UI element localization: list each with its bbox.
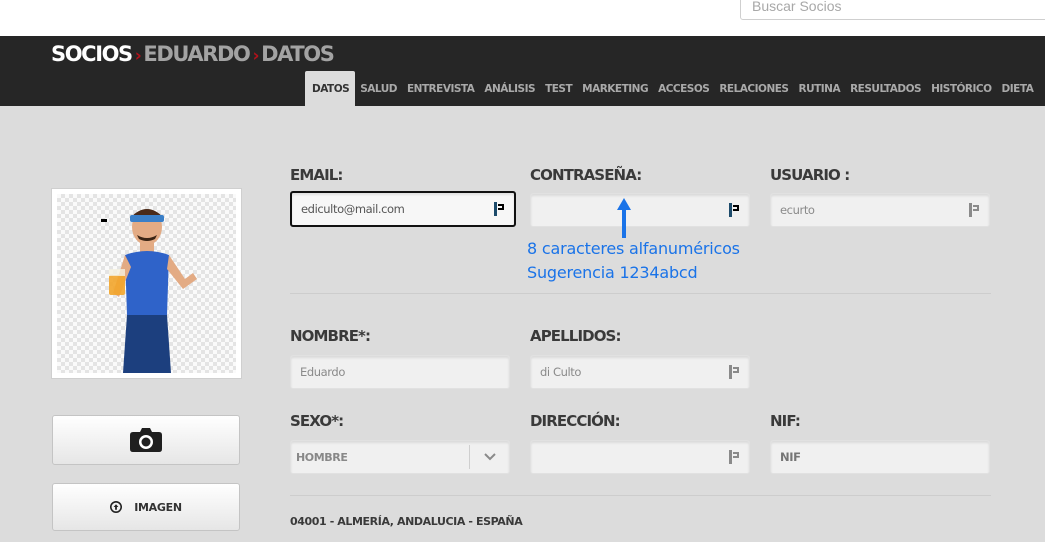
password-hint: 8 caracteres alfanuméricos Sugerencia 12… (527, 237, 740, 285)
location-text: 04001 - ALMERÍA, ANDALUCIA - ESPAÑA (290, 515, 523, 528)
arrow-up-icon (617, 198, 631, 238)
avatar (57, 194, 236, 373)
password-field-container (530, 193, 750, 227)
profile-photo[interactable] (51, 188, 242, 379)
gender-select-value: HOMBRE (296, 450, 348, 464)
password-manager-icon[interactable] (729, 203, 739, 217)
tab-dieta[interactable]: DIETA (997, 71, 1039, 106)
email-field[interactable] (292, 193, 472, 225)
breadcrumb-separator-icon: › (252, 46, 259, 66)
tab-salud[interactable]: SALUD (355, 71, 402, 106)
last-name-field-container (530, 355, 750, 389)
breadcrumb: SOCIOS › EDUARDO › DATOS (51, 42, 335, 68)
take-photo-button[interactable] (52, 415, 240, 465)
password-manager-icon[interactable] (969, 203, 979, 217)
breadcrumb-page: DATOS (261, 42, 335, 66)
address-field-container (530, 440, 750, 474)
search-input[interactable] (740, 0, 1045, 20)
email-label: EMAIL: (290, 166, 343, 184)
tab-marketing[interactable]: MARKETING (577, 71, 653, 106)
breadcrumb-member[interactable]: EDUARDO (143, 42, 250, 66)
tab-analisis[interactable]: ANÁLISIS (479, 71, 540, 106)
gender-select[interactable]: HOMBRE (290, 440, 510, 474)
first-name-field-container (290, 355, 510, 389)
tab-datos[interactable]: DATOS (305, 71, 356, 106)
last-name-field[interactable] (531, 356, 711, 388)
username-label: USUARIO : (770, 166, 850, 184)
nif-field-container (770, 440, 990, 474)
username-field[interactable] (771, 194, 951, 226)
address-label: DIRECCIÓN: (530, 412, 621, 430)
section-divider (290, 293, 991, 294)
tab-test[interactable]: TEST (540, 71, 577, 106)
camera-icon (130, 428, 162, 452)
tab-relaciones[interactable]: RELACIONES (714, 71, 793, 106)
tab-entrevista[interactable]: ENTREVISTA (402, 71, 479, 106)
password-hint-line2: Sugerencia 1234abcd (527, 263, 698, 282)
nif-field[interactable] (771, 441, 951, 473)
breadcrumb-separator-icon: › (134, 46, 142, 66)
password-manager-icon[interactable] (494, 202, 504, 216)
upload-image-label: IMAGEN (134, 500, 182, 514)
tab-historico[interactable]: HISTÓRICO (926, 71, 996, 106)
password-manager-icon[interactable] (729, 365, 739, 379)
tab-rutina[interactable]: RUTINA (793, 71, 845, 106)
top-bar (0, 0, 1045, 36)
nif-label: NIF: (770, 412, 801, 430)
upload-icon (110, 501, 123, 513)
first-name-field[interactable] (291, 356, 471, 388)
password-hint-line1: 8 caracteres alfanuméricos (527, 239, 740, 258)
upload-image-button[interactable]: IMAGEN (52, 483, 240, 531)
breadcrumb-section[interactable]: SOCIOS (51, 42, 133, 66)
chevron-down-icon (469, 445, 509, 469)
tab-resultados[interactable]: RESULTADOS (845, 71, 926, 106)
section-divider (290, 495, 991, 496)
tab-accesos[interactable]: ACCESOS (653, 71, 714, 106)
last-name-label: APELLIDOS: (530, 327, 621, 345)
password-manager-icon[interactable] (729, 450, 739, 464)
gender-label: SEXO*: (290, 412, 344, 430)
address-field[interactable] (531, 441, 711, 473)
password-label: CONTRASEÑA: (530, 166, 642, 184)
email-field-container (290, 191, 516, 227)
avatar-illustration (100, 209, 197, 373)
tab-bar: DATOS SALUD ENTREVISTA ANÁLISIS TEST MAR… (305, 71, 1038, 106)
username-field-container (770, 193, 990, 227)
first-name-label: NOMBRE*: (290, 327, 371, 345)
